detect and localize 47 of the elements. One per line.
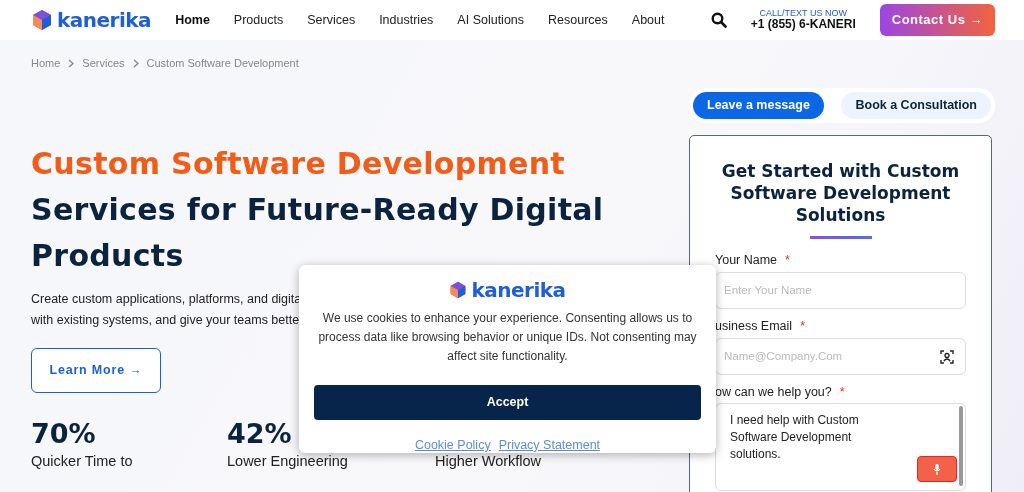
policy-link[interactable]: Privacy Statement [498,436,601,455]
field-label: Your Name [715,253,778,267]
phone-number[interactable]: +1 (855) 6-KANERI [750,17,856,32]
form-tab[interactable]: Book a Consultation [841,92,991,119]
nav-link[interactable]: Resources [548,10,608,30]
input-field[interactable]: Enter Your Name [715,271,966,309]
input-field[interactable]: Name@Company.Com [715,337,966,375]
nav-link[interactable]: About [631,10,665,30]
hero-title-highlight: Custom Software Development [31,144,566,183]
nav-link[interactable]: AI Solutions [457,10,525,30]
microphone-icon [933,463,941,475]
cube-logo-icon [31,9,53,31]
hero-title: Services for Future-Ready Digital Products [31,190,605,275]
logo-text: kanerika [57,7,152,34]
title-underline [809,236,872,239]
hero-description: with existing systems, and give your teams bette [31,311,300,329]
breadcrumb-item[interactable]: Services [82,55,125,72]
form-title: Get Started with Custom Software Development Solutions [720,160,961,226]
required-asterisk: * [800,318,805,333]
breadcrumb-item: Custom Software Development [146,56,299,71]
field-label: usiness Email [715,318,793,333]
form-tab[interactable]: Leave a message [693,92,824,119]
chevron-right-icon [132,58,139,68]
stat-label: Higher Workflow [435,452,543,471]
stat-label: Quicker Time to [31,451,134,471]
microphone-button[interactable] [917,456,957,483]
chevron-right-icon [68,58,75,68]
cookie-message: We use cookies to enhance your experience. Consenting allows us to process data like browsing behavior or unique IDs. Not consenting may affect site functionality. [317,310,698,365]
learn-more-button[interactable]: Learn More → [31,347,161,393]
stat-label: Lower Engineering [227,451,349,471]
cube-logo-icon [449,281,468,299]
nav-link[interactable]: Industries [379,10,434,30]
accept-button[interactable]: Accept [314,385,701,420]
logo-text: kanerika [471,277,566,304]
contact-scan-icon[interactable] [940,349,954,364]
stat-value: 70% [31,416,96,451]
required-asterisk: * [785,253,790,267]
contact-us-button[interactable]: Contact Us → [879,4,995,36]
search-icon[interactable] [710,12,727,28]
message-textarea[interactable]: I need help with Custom Software Development solutions. [715,403,966,492]
required-asterisk: * [839,384,845,399]
stat-value: 42% [227,416,292,451]
nav-link[interactable]: Services [307,10,356,30]
call-label: CALL/TEXT US NOW [758,8,848,18]
nav-link[interactable]: Home [175,10,210,30]
field-label: ow can we help you? [715,384,832,399]
nav-link[interactable]: Products [233,10,284,30]
